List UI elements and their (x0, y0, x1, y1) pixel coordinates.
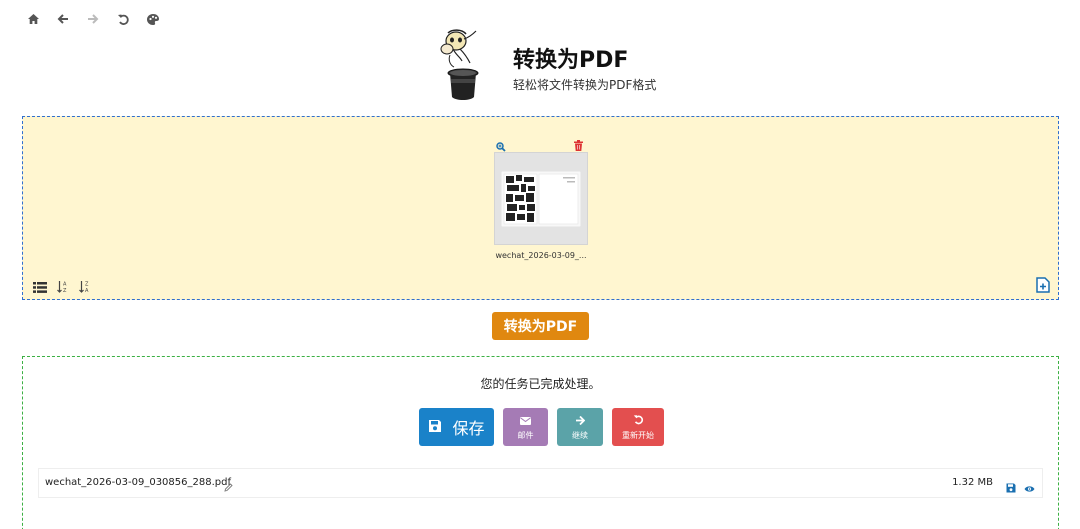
theme-palette-icon[interactable] (144, 10, 162, 28)
output-file-row: wechat_2026-03-09_030856_288.pdf 1.32 MB (38, 468, 1043, 498)
eye-preview-icon[interactable] (1024, 478, 1035, 497)
floppy-disk-icon (428, 419, 442, 436)
page-title: 转换为PDF (513, 48, 629, 73)
home-icon[interactable] (24, 10, 42, 28)
save-button[interactable]: 保存 (419, 408, 494, 446)
pencil-edit-icon[interactable] (224, 477, 233, 496)
email-button[interactable]: 邮件 (503, 408, 548, 446)
restart-icon (633, 413, 644, 428)
list-view-icon[interactable] (33, 278, 47, 297)
add-file-icon[interactable] (1036, 277, 1050, 297)
file-thumbnail[interactable] (494, 152, 588, 245)
forward-arrow-icon[interactable] (84, 10, 102, 28)
arrow-right-icon (575, 413, 586, 428)
thumbnail-filename: wechat_2026-03-09_... (495, 251, 587, 260)
envelope-icon (520, 413, 531, 428)
zoom-preview-icon[interactable] (496, 137, 506, 156)
result-panel: 您的任务已完成处理。 保存 邮件 继续 重新开始 wechat_2026-03-… (22, 356, 1059, 529)
top-navigation (24, 10, 162, 28)
back-arrow-icon[interactable] (54, 10, 72, 28)
file-dropzone[interactable]: wechat_2026-03-09_... AZ ZA (22, 116, 1059, 300)
task-complete-message: 您的任务已完成处理。 (480, 377, 601, 391)
download-save-icon[interactable] (1006, 478, 1016, 497)
restart-button[interactable]: 重新开始 (612, 408, 664, 446)
convert-to-pdf-button[interactable]: 转换为PDF (492, 312, 589, 340)
email-label: 邮件 (517, 431, 534, 440)
output-filename: wechat_2026-03-09_030856_288.pdf (45, 477, 231, 488)
svg-text:Z: Z (63, 288, 67, 293)
page-subtitle: 轻松将文件转换为PDF格式 (513, 78, 657, 92)
file-thumbnail-card: wechat_2026-03-09_... (493, 136, 589, 260)
save-label: 保存 (452, 421, 485, 438)
result-actions: 保存 邮件 继续 重新开始 (419, 408, 664, 446)
continue-label: 继续 (572, 431, 588, 440)
trash-icon[interactable] (574, 136, 583, 155)
continue-button[interactable]: 继续 (557, 408, 603, 446)
sort-az-icon[interactable]: AZ (57, 278, 69, 297)
output-filesize: 1.32 MB (952, 477, 993, 488)
svg-text:A: A (63, 282, 67, 288)
restart-label: 重新开始 (622, 431, 654, 440)
magician-logo (438, 27, 486, 103)
sort-za-icon[interactable]: ZA (79, 278, 91, 297)
svg-text:Z: Z (85, 282, 89, 288)
svg-text:A: A (85, 288, 89, 293)
undo-icon[interactable] (114, 10, 132, 28)
